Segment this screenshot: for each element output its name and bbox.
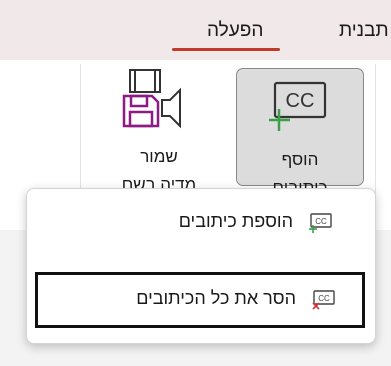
captions-dropdown-menu: CC הוספת כיתובים CC הסר את כל הכיתובים (26, 188, 376, 344)
svg-text:CC: CC (318, 294, 330, 303)
menu-item-label: הוספת כיתובים (178, 211, 293, 231)
svg-text:CC: CC (286, 90, 315, 112)
closed-captions-add-icon: CC (269, 81, 327, 131)
active-tab-indicator (172, 48, 280, 51)
cc-remove-icon: CC (312, 290, 335, 310)
save-media-icon (122, 69, 181, 129)
cc-add-icon: CC (309, 213, 332, 233)
add-captions-button[interactable]: CC הוסף כיתובים (236, 68, 364, 197)
save-media-label-line1: שמור (140, 147, 178, 166)
tab-playback[interactable]: הפעלה (207, 20, 263, 42)
ribbon-tab-bar: הפעלה תבנית (0, 0, 391, 60)
menu-item-add-captions[interactable]: CC הוספת כיתובים (35, 197, 365, 249)
add-captions-label-line1: הוסף (281, 150, 319, 169)
menu-item-remove-all-captions[interactable]: CC הסר את כל הכיתובים (35, 272, 365, 328)
tab-format[interactable]: תבנית (339, 20, 389, 42)
menu-item-label: הסר את כל הכיתובים (136, 288, 296, 308)
svg-text:CC: CC (315, 217, 327, 226)
